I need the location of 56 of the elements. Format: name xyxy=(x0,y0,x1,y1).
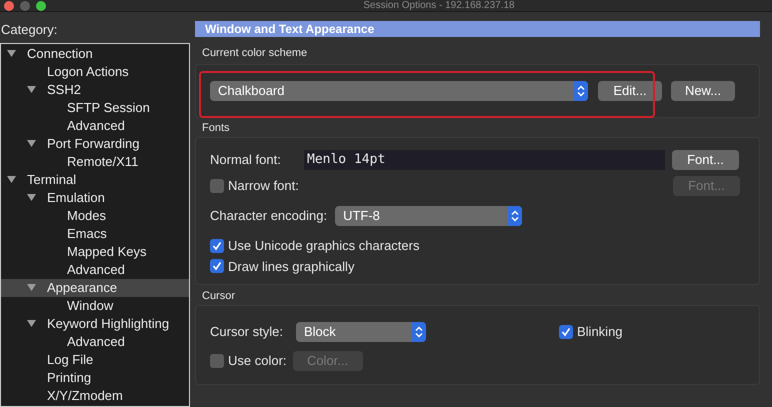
checkmark-icon xyxy=(212,240,222,251)
tree-item[interactable]: Port Forwarding xyxy=(1,135,189,153)
checkbox[interactable]: Draw lines graphically xyxy=(210,256,745,276)
tree-item[interactable]: Window xyxy=(1,297,189,315)
tree-item[interactable]: X/Y/Zmodem xyxy=(1,387,189,405)
encoding-dropdown[interactable]: UTF-8 xyxy=(335,206,522,226)
tree-item[interactable]: SSH2 xyxy=(1,81,189,99)
up-down-chevron-icon xyxy=(577,85,585,97)
disclosure-triangle-down-icon[interactable] xyxy=(7,50,16,58)
disclosure-triangle-down-icon[interactable] xyxy=(27,320,36,328)
cursor-style-dropdown[interactable]: Block xyxy=(296,322,426,342)
checkmark-icon xyxy=(561,327,571,337)
encoding-label: Character encoding: xyxy=(210,207,328,226)
tree-item[interactable]: Emacs xyxy=(1,225,189,243)
disclosure-triangle-down-icon[interactable] xyxy=(27,86,36,94)
new-button[interactable]: New... xyxy=(671,81,735,101)
tree-item[interactable]: Modes xyxy=(1,207,189,225)
close-window-icon[interactable] xyxy=(4,0,14,10)
edit-button[interactable]: Edit... xyxy=(598,81,662,101)
tree-item[interactable]: Printing xyxy=(1,369,189,387)
tree-item[interactable]: Connection xyxy=(1,45,189,63)
cursor-style-label: Cursor style: xyxy=(210,323,284,342)
disclosure-triangle-down-icon[interactable] xyxy=(27,284,36,292)
tree-item[interactable]: Terminal xyxy=(1,171,189,189)
disclosure-triangle-down-icon[interactable] xyxy=(27,194,36,202)
disclosure-triangle-down-icon[interactable] xyxy=(27,140,36,148)
tree-item[interactable]: Remote/X11 xyxy=(1,153,189,171)
tree-item[interactable]: SFTP Session xyxy=(1,99,189,117)
window-title: Session Options - 192.168.237.18 xyxy=(363,0,515,11)
checkbox[interactable]: Use Unicode graphics characters xyxy=(210,236,745,256)
tree-item[interactable]: Log File xyxy=(1,351,189,369)
tree-item[interactable]: Advanced xyxy=(1,261,189,279)
zoom-window-icon[interactable] xyxy=(36,0,46,10)
tree-item[interactable]: Advanced xyxy=(1,117,189,135)
checkbox[interactable]: Narrow font: xyxy=(210,176,673,196)
checkbox[interactable]: Use color: xyxy=(210,351,287,371)
up-down-chevron-icon xyxy=(415,326,423,338)
tree-item[interactable]: Keyword Highlighting xyxy=(1,315,189,333)
section-label: Cursor xyxy=(202,290,236,303)
font-field: Menlo 14pt xyxy=(304,150,665,170)
panel-header: Window and Text Appearance xyxy=(195,21,760,37)
section-label: Fonts xyxy=(202,122,231,135)
section-label: Current color scheme xyxy=(202,47,308,60)
tree-item[interactable]: Appearance xyxy=(1,279,189,297)
up-down-chevron-icon xyxy=(511,210,520,222)
tree-item[interactable]: Emulation xyxy=(1,189,189,207)
normal-font-label: Normal font: xyxy=(210,151,282,170)
tree-item[interactable]: Advanced xyxy=(1,333,189,351)
tree-item[interactable]: Logon Actions xyxy=(1,63,189,81)
tree-item[interactable]: Mapped Keys xyxy=(1,243,189,261)
font-button[interactable]: Font... xyxy=(672,150,739,170)
category-label: Category: xyxy=(0,22,58,38)
disclosure-triangle-down-icon[interactable] xyxy=(7,176,16,184)
checkmark-icon xyxy=(212,261,222,272)
checkbox[interactable]: Blinking xyxy=(559,322,623,342)
color-scheme-dropdown[interactable]: Chalkboard xyxy=(210,81,588,101)
